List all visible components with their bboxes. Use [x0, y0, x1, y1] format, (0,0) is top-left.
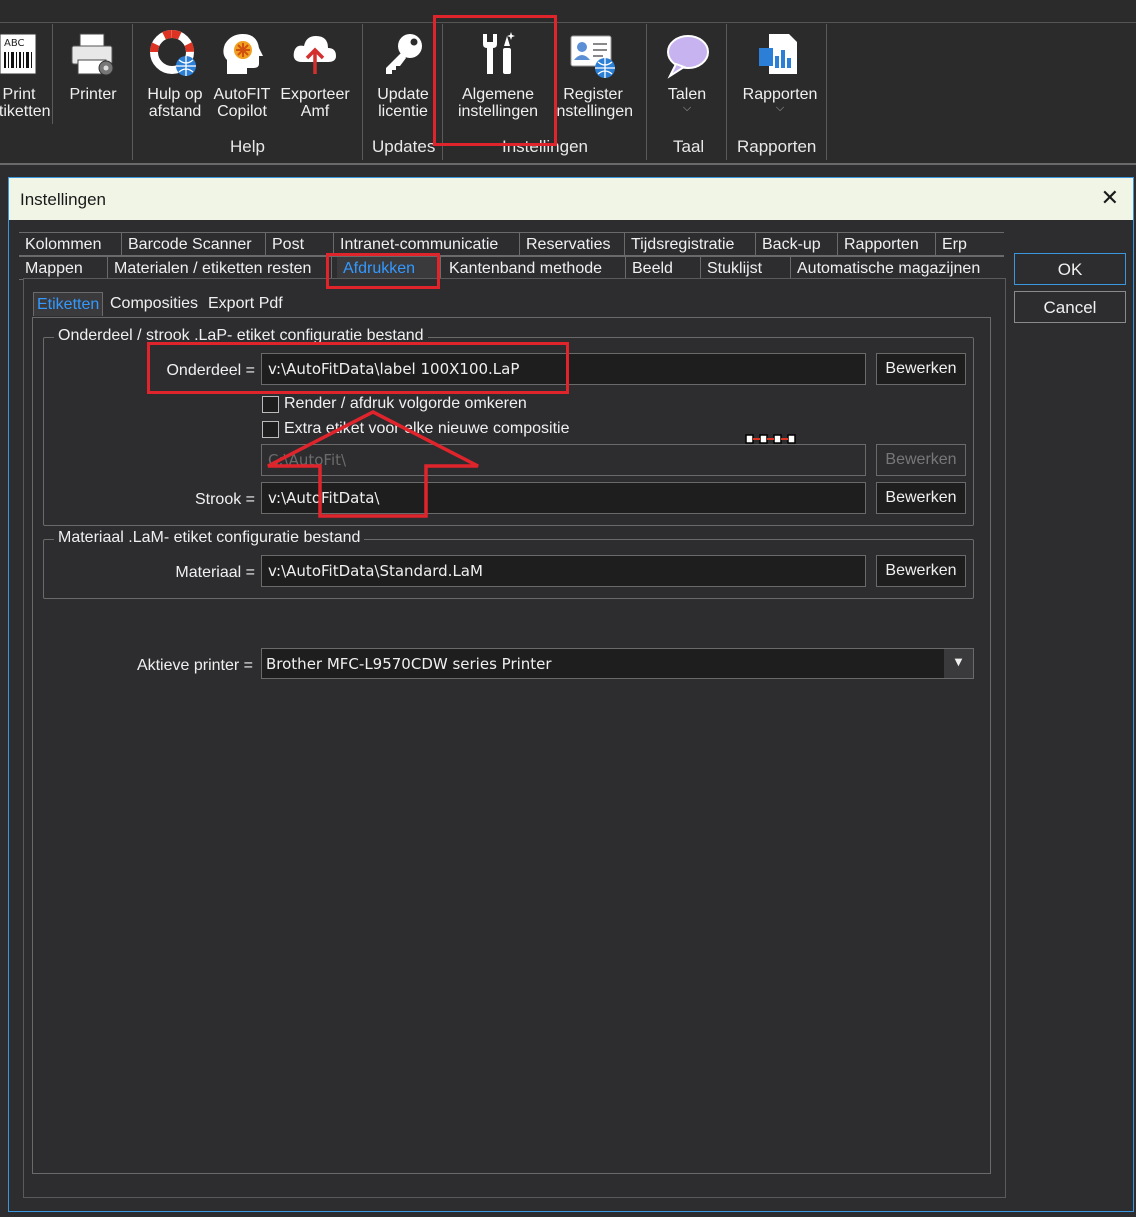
cloud-upload-icon: [276, 30, 354, 86]
id-card-globe-icon: [548, 30, 638, 86]
tab-reservaties[interactable]: Reservaties: [520, 233, 625, 256]
edit-strip-button[interactable]: Bewerken: [876, 482, 966, 514]
svg-text:ABC: ABC: [4, 38, 25, 49]
cancel-button[interactable]: Cancel: [1014, 291, 1126, 323]
export-amf-label: Exporteer Amf: [280, 86, 350, 120]
active-printer-select[interactable]: Brother MFC-L9570CDW series Printer ▼: [261, 648, 974, 679]
tab-stuklijst[interactable]: Stuklijst: [701, 257, 791, 280]
active-printer-value: Brother MFC-L9570CDW series Printer: [266, 655, 552, 673]
reports-label: Rapporten: [742, 86, 818, 103]
printer-button[interactable]: Printer: [62, 30, 124, 103]
tab-kantenband[interactable]: Kantenband methode: [443, 257, 626, 280]
settings-dialog: Instellingen ✕ Kolommen Barcode Scanner …: [8, 177, 1134, 1212]
tab-row-1: Kolommen Barcode Scanner Post Intranet-c…: [19, 232, 1004, 256]
material-config-group: Materiaal .LaM- etiket configuratie best…: [43, 529, 974, 599]
ribbon: ABC Print etiketten Printer Hulp op afst…: [0, 0, 1136, 165]
group-label-help: Help: [230, 137, 265, 156]
tab-intranet[interactable]: Intranet-communicatie: [334, 233, 520, 256]
tab-automatische-magazijnen[interactable]: Automatische magazijnen: [791, 257, 1004, 280]
strip-label: Strook =: [194, 491, 255, 508]
tab-mappen[interactable]: Mappen: [19, 257, 108, 280]
remote-help-label: Hulp op afstand: [147, 86, 203, 120]
printer-label: Printer: [69, 86, 117, 103]
part-config-title: Onderdeel / strook .LaP- etiket configur…: [54, 327, 428, 345]
material-config-title: Materiaal .LaM- etiket configuratie best…: [54, 529, 365, 547]
ribbon-separator: [52, 24, 53, 124]
material-label: Materiaal =: [175, 564, 255, 581]
export-amf-button[interactable]: Exporteer Amf: [276, 30, 354, 120]
dialog-title: Instellingen: [20, 190, 107, 209]
barcode-label-icon: ABC: [0, 30, 48, 86]
chevron-down-icon: ⌵: [682, 102, 692, 114]
register-settings-button[interactable]: Register instellingen: [548, 30, 638, 120]
tab-row-2: Mappen Materialen / etiketten resten Afd…: [19, 256, 1004, 280]
ribbon-divider: [0, 22, 1136, 23]
close-icon[interactable]: ✕: [1101, 185, 1119, 211]
register-settings-label: Register instellingen: [552, 86, 634, 120]
dropdown-arrow-icon[interactable]: ▼: [944, 649, 973, 678]
general-settings-label: Algemene instellingen: [457, 86, 539, 120]
tab-tijdsregistratie[interactable]: Tijdsregistratie: [625, 233, 756, 256]
update-license-label: Update licentie: [377, 86, 429, 120]
tab-back-up[interactable]: Back-up: [756, 233, 838, 256]
ribbon-separator: [646, 24, 647, 160]
chevron-down-icon: ⌵: [775, 102, 785, 114]
subtab-panel: Onderdeel / strook .LaP- etiket configur…: [32, 317, 991, 1174]
tab-erp[interactable]: Erp: [936, 233, 1004, 256]
reports-button[interactable]: Rapporten ⌵: [736, 30, 824, 114]
languages-label: Talen: [667, 86, 707, 103]
tab-kolommen[interactable]: Kolommen: [19, 233, 122, 256]
print-labels-label: Print etiketten: [0, 86, 51, 120]
group-label-language: Taal: [673, 137, 705, 156]
tools-icon: [450, 30, 546, 86]
dialog-titlebar: Instellingen ✕: [9, 178, 1133, 220]
part-file-input[interactable]: v:\AutoFitData\label 100X100.LaP: [261, 353, 866, 385]
print-labels-button[interactable]: ABC Print etiketten: [0, 30, 51, 120]
group-label-settings: Instellingen: [502, 137, 589, 156]
active-printer-label: Aktieve printer =: [136, 657, 253, 674]
ribbon-separator: [362, 24, 363, 160]
tab-afdrukken[interactable]: Afdrukken: [337, 257, 441, 280]
tab-post[interactable]: Post: [266, 233, 334, 256]
tab-rapporten[interactable]: Rapporten: [838, 233, 936, 256]
ribbon-separator: [826, 24, 827, 160]
languages-button[interactable]: Talen ⌵: [656, 30, 718, 114]
lifebuoy-icon: [140, 30, 210, 86]
edit-extra-button: Bewerken: [876, 444, 966, 476]
inline-marker-icon: [745, 432, 797, 444]
ribbon-separator: [132, 24, 133, 160]
material-file-input[interactable]: v:\AutoFitData\Standard.LaM: [261, 555, 866, 587]
tab-beeld[interactable]: Beeld: [626, 257, 701, 280]
ribbon-border: [0, 163, 1136, 165]
copilot-label: AutoFIT Copilot: [213, 86, 271, 120]
group-label-reports: Rapporten: [737, 137, 817, 156]
subtab-etiketten[interactable]: Etiketten: [33, 292, 104, 316]
remote-help-button[interactable]: Hulp op afstand: [140, 30, 210, 120]
report-chart-icon: [736, 30, 824, 86]
part-label: Onderdeel =: [166, 362, 255, 379]
ok-button[interactable]: OK: [1014, 253, 1126, 285]
subtab-composities[interactable]: Composities: [107, 292, 201, 316]
edit-material-button[interactable]: Bewerken: [876, 555, 966, 587]
up-arrow-annotation: [266, 408, 486, 520]
subtab-export-pdf[interactable]: Export Pdf: [205, 292, 286, 316]
key-icon: [368, 30, 438, 86]
general-settings-button[interactable]: Algemene instellingen: [450, 30, 546, 120]
printer-icon: [62, 30, 124, 86]
edit-part-button[interactable]: Bewerken: [876, 353, 966, 385]
group-label-updates: Updates: [372, 137, 436, 156]
tab-barcode-scanner[interactable]: Barcode Scanner: [122, 233, 266, 256]
speech-bubble-icon: [656, 30, 718, 86]
ribbon-separator: [442, 24, 443, 160]
ai-head-icon: [210, 30, 274, 86]
update-license-button[interactable]: Update licentie: [368, 30, 438, 120]
tab-materialen[interactable]: Materialen / etiketten resten: [108, 257, 332, 280]
copilot-button[interactable]: AutoFIT Copilot: [210, 30, 274, 120]
part-config-group: Onderdeel / strook .LaP- etiket configur…: [43, 327, 974, 526]
ribbon-separator: [726, 24, 727, 160]
